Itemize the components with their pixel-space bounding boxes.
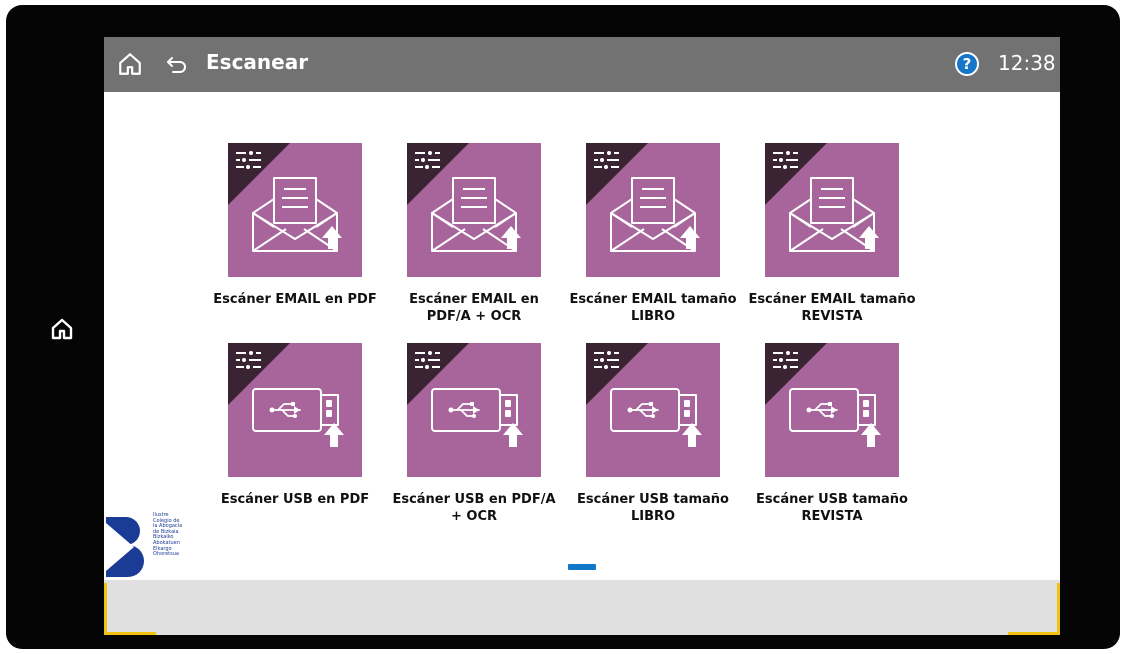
scan-shortcut-tile[interactable]: Escáner EMAIL en PDF	[209, 143, 381, 308]
usb-upload-icon	[610, 388, 702, 447]
corner-accent	[1057, 583, 1060, 635]
clock: 12:38	[998, 51, 1056, 75]
usb-scan-icon	[407, 343, 541, 477]
scan-shortcut-tile[interactable]: Escáner USB en PDF/A + OCR	[388, 343, 560, 525]
tile-label: Escáner USB tamaño REVISTA	[756, 492, 908, 524]
printer-screen: Escanear ? 12:38 Escáner EMAIL en PDF Es…	[104, 37, 1060, 635]
page-title: Escanear	[206, 50, 309, 74]
tile-label: Escáner EMAIL en PDF	[213, 292, 377, 307]
scan-shortcut-tile[interactable]: Escáner EMAIL tamaño REVISTA	[746, 143, 918, 325]
usb-scan-icon	[586, 343, 720, 477]
home-icon	[51, 318, 73, 340]
help-button[interactable]: ?	[955, 52, 979, 76]
scan-shortcut-tile[interactable]: Escáner USB tamaño REVISTA	[746, 343, 918, 525]
tile-label: Escáner EMAIL tamaño REVISTA	[748, 292, 916, 324]
home-button[interactable]	[117, 51, 143, 77]
top-bar: Escanear ? 12:38	[104, 37, 1060, 92]
email-upload-icon	[252, 177, 342, 252]
usb-scan-icon	[228, 343, 362, 477]
email-scan-icon	[228, 143, 362, 277]
email-scan-icon	[586, 143, 720, 277]
help-icon: ?	[962, 55, 972, 73]
home-icon	[119, 53, 141, 75]
hardware-home-button[interactable]	[48, 315, 76, 343]
email-upload-icon	[610, 177, 700, 252]
email-scan-icon	[765, 143, 899, 277]
logo-text: Ilustre Colegio de la Abogacía de Bizkai…	[153, 512, 183, 558]
usb-upload-icon	[431, 388, 523, 447]
scan-shortcut-tile[interactable]: Escáner USB tamaño LIBRO	[567, 343, 739, 525]
corner-accent	[104, 583, 107, 635]
tile-label: Escáner USB tamaño LIBRO	[577, 492, 729, 524]
logo-mark	[106, 517, 144, 577]
email-upload-icon	[431, 177, 521, 252]
scan-shortcut-tile[interactable]: Escáner EMAIL en PDF/A + OCR	[388, 143, 560, 325]
tile-label: Escáner USB en PDF	[220, 492, 370, 507]
email-upload-icon	[789, 177, 879, 252]
email-scan-icon	[407, 143, 541, 277]
scan-shortcut-tile[interactable]: Escáner EMAIL tamaño LIBRO	[567, 143, 739, 325]
tile-label: Escáner EMAIL en PDF/A + OCR	[409, 292, 539, 324]
corner-accent	[104, 632, 156, 635]
scan-shortcut-tile[interactable]: Escáner USB en PDF	[209, 343, 381, 508]
organization-logo: Ilustre Colegio de la Abogacía de Bizkai…	[106, 512, 202, 579]
usb-upload-icon	[789, 388, 881, 447]
back-button[interactable]	[165, 52, 189, 76]
usb-scan-icon	[765, 343, 899, 477]
tile-label: Escáner USB en PDF/A + OCR	[392, 492, 556, 524]
corner-accent	[1008, 632, 1060, 635]
tile-label: Escáner EMAIL tamaño LIBRO	[569, 292, 737, 324]
page-indicator[interactable]	[568, 564, 596, 570]
back-icon	[167, 57, 186, 73]
bottom-bar	[104, 580, 1060, 635]
usb-upload-icon	[252, 388, 344, 447]
